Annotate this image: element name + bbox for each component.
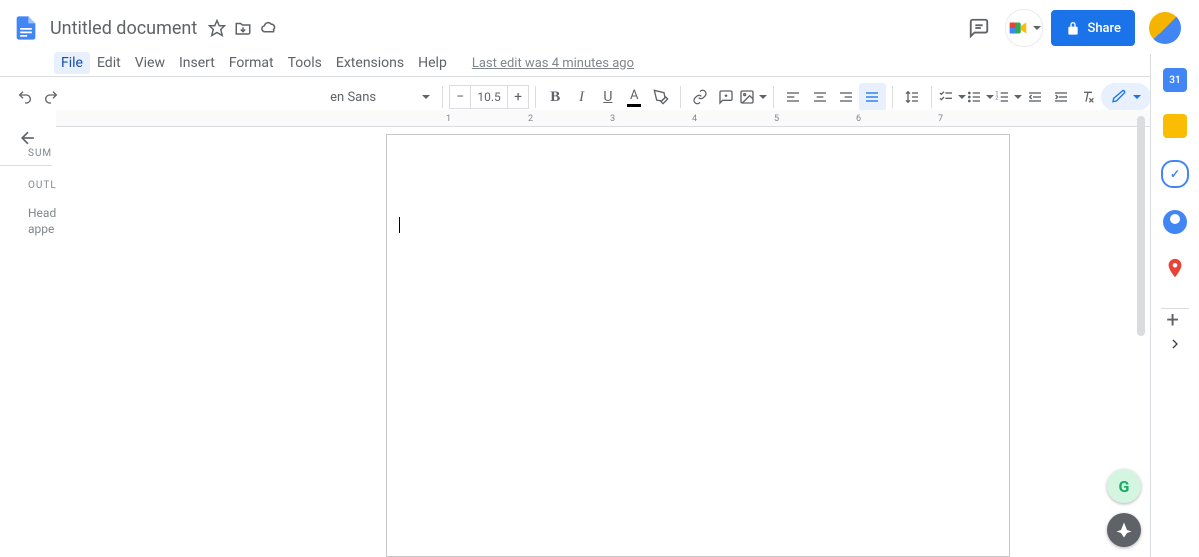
share-button[interactable]: Share — [1051, 10, 1135, 46]
menu-view[interactable]: View — [128, 52, 172, 74]
outline-heading: OUTL — [0, 166, 52, 197]
menu-insert[interactable]: Insert — [172, 52, 222, 74]
explore-button[interactable] — [1107, 513, 1141, 547]
last-edit-link[interactable]: Last edit was 4 minutes ago — [472, 56, 634, 71]
decrease-indent-button[interactable] — [1022, 83, 1048, 111]
add-comment-button[interactable] — [713, 83, 739, 111]
clear-formatting-button[interactable] — [1074, 83, 1100, 111]
line-spacing-button[interactable] — [898, 83, 924, 111]
align-right-button[interactable] — [833, 83, 859, 111]
ruler[interactable]: 1 2 3 4 5 6 7 — [56, 110, 1151, 127]
insert-image-button[interactable] — [739, 83, 767, 111]
ruler-tick: 4 — [692, 114, 697, 124]
menu-extensions[interactable]: Extensions — [329, 52, 411, 74]
keep-addon-icon[interactable] — [1163, 114, 1187, 138]
get-addons-button[interactable]: + — [1161, 308, 1185, 332]
insert-link-button[interactable] — [687, 83, 713, 111]
chevron-down-icon — [986, 95, 994, 99]
open-comments-button[interactable] — [961, 10, 997, 46]
chevron-down-icon — [1133, 95, 1141, 99]
checklist-button[interactable] — [938, 83, 966, 111]
ruler-tick: 6 — [856, 114, 861, 124]
ruler-tick: 5 — [774, 114, 779, 124]
lock-icon — [1065, 20, 1081, 36]
ruler-tick: 7 — [938, 114, 943, 124]
outline-hint: Headappe — [0, 197, 52, 237]
menubar: File Edit View Insert Format Tools Exten… — [0, 50, 1199, 76]
cloud-status-icon[interactable] — [257, 16, 281, 40]
font-name: en Sans — [330, 90, 376, 105]
ruler-tick: 3 — [610, 114, 615, 124]
chevron-down-icon — [422, 95, 430, 99]
outline-sidebar: SUM OUTL Headappe — [0, 110, 56, 557]
undo-button[interactable] — [12, 83, 38, 111]
menu-help[interactable]: Help — [411, 52, 454, 74]
star-icon[interactable] — [205, 16, 229, 40]
menu-file[interactable]: File — [54, 52, 90, 74]
workspace: SUM OUTL Headappe 1 2 3 4 5 6 7 — [0, 110, 1151, 557]
font-size-value[interactable]: 10.5 — [471, 85, 507, 109]
increase-indent-button[interactable] — [1048, 83, 1074, 111]
chevron-down-icon — [958, 95, 966, 99]
bold-button[interactable]: B — [542, 83, 568, 111]
underline-button[interactable]: U — [595, 83, 621, 111]
decrease-font-button[interactable]: − — [449, 85, 471, 109]
doc-title[interactable]: Untitled document — [44, 16, 203, 41]
document-page[interactable] — [386, 134, 1010, 557]
text-color-button[interactable]: A — [621, 83, 647, 111]
increase-font-button[interactable]: + — [507, 85, 529, 109]
pencil-icon — [1111, 89, 1127, 105]
move-icon[interactable] — [231, 16, 255, 40]
separator — [892, 86, 893, 108]
bulleted-list-button[interactable] — [966, 83, 994, 111]
hide-side-panel-button[interactable] — [1163, 332, 1187, 356]
ruler-tick: 2 — [528, 114, 533, 124]
separator: + — [1161, 308, 1190, 309]
chevron-down-icon — [759, 95, 767, 99]
separator — [773, 86, 774, 108]
titlebar: Untitled document Share — [0, 0, 1199, 50]
tasks-addon-icon[interactable] — [1161, 160, 1189, 188]
contacts-addon-icon[interactable] — [1163, 210, 1187, 234]
align-center-button[interactable] — [807, 83, 833, 111]
floating-bubbles: G — [1107, 469, 1141, 547]
chevron-down-icon — [1033, 26, 1041, 30]
menu-format[interactable]: Format — [222, 52, 281, 74]
share-label: Share — [1087, 21, 1121, 36]
account-avatar[interactable] — [1149, 12, 1181, 44]
grammarly-icon[interactable]: G — [1107, 469, 1141, 503]
redo-button[interactable] — [38, 83, 64, 111]
side-panel: 31 + G OpenCtrl+OMake a copyShareEmailDo… — [1150, 54, 1199, 557]
italic-button[interactable]: I — [568, 83, 594, 111]
font-family-select[interactable]: en Sans — [324, 83, 436, 111]
ruler-tick: 1 — [446, 114, 451, 124]
maps-addon-icon[interactable] — [1163, 256, 1187, 280]
menu-tools[interactable]: Tools — [281, 52, 329, 74]
menu-edit[interactable]: Edit — [90, 52, 128, 74]
chevron-down-icon — [1014, 95, 1022, 99]
separator — [680, 86, 681, 108]
font-size-control[interactable]: − 10.5 + — [449, 85, 529, 109]
align-left-button[interactable] — [780, 83, 806, 111]
numbered-list-button[interactable]: 12 — [994, 83, 1022, 111]
outline-summary-heading: SUM — [0, 116, 52, 166]
scrollbar-thumb[interactable] — [1137, 116, 1145, 336]
separator — [535, 86, 536, 108]
calendar-addon-icon[interactable]: 31 — [1163, 68, 1187, 92]
document-area: 1 2 3 4 5 6 7 — [56, 110, 1151, 557]
separator — [442, 86, 443, 108]
editing-mode-button[interactable] — [1101, 83, 1151, 111]
separator — [931, 86, 932, 108]
meet-button[interactable] — [1005, 9, 1043, 47]
align-justify-button[interactable] — [859, 83, 885, 111]
text-cursor — [399, 217, 400, 233]
docs-logo[interactable] — [8, 10, 44, 46]
highlight-button[interactable] — [647, 83, 673, 111]
svg-text:2: 2 — [995, 96, 998, 102]
